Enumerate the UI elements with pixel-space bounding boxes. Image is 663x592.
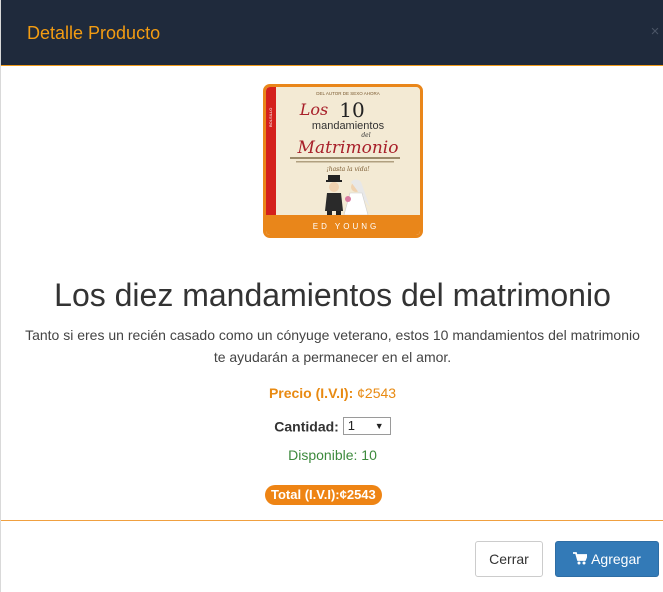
cover-spine-text: BOLSILLO — [268, 108, 273, 127]
quantity-select[interactable]: 1 ▼ — [342, 417, 391, 436]
quantity-line: Cantidad: 1 ▼ — [1, 416, 663, 436]
price-line: Precio (I.V.I): ¢2543 — [1, 384, 663, 402]
product-detail-modal: Detalle Producto × BOLSILLO DEL AUTOR DE… — [0, 0, 663, 592]
close-icon[interactable]: × — [648, 24, 662, 40]
cover-tagline: ¡hasta la vida! — [326, 166, 370, 173]
cover-number: 10 — [339, 98, 364, 122]
cancel-button[interactable]: Cerrar — [475, 541, 543, 577]
add-button-label: Agregar — [591, 551, 641, 567]
dropdown-arrow-icon: ▼ — [374, 421, 384, 432]
shopping-cart-icon — [573, 552, 588, 565]
quantity-selected-value: 1 — [347, 418, 355, 434]
cover-author: ED YOUNG — [313, 222, 380, 231]
product-title: Los diez mandamientos del matrimonio — [54, 277, 611, 313]
price-label: Precio (I.V.I): — [268, 385, 354, 401]
quantity-label: Cantidad: — [274, 418, 339, 435]
modal-title: Detalle Producto — [27, 23, 161, 43]
modal-header: Detalle Producto × — [1, 0, 663, 66]
product-description: Tanto si eres un recién casado como un c… — [25, 327, 640, 365]
cover-top-text: DEL AUTOR DE SEXO AHORA — [316, 91, 380, 96]
cover-los: Los — [299, 100, 328, 119]
modal-footer: Cerrar Agregar — [1, 520, 663, 592]
availability-text: Disponible: 10 — [288, 447, 377, 463]
add-to-cart-button[interactable]: Agregar — [555, 541, 659, 577]
modal-body: BOLSILLO DEL AUTOR DE SEXO AHORA Los 10 … — [1, 66, 663, 520]
cover-mandamientos: mandamientos — [312, 120, 385, 132]
cover-matrimonio: Matrimonio — [297, 138, 399, 158]
price-value: ¢2543 — [357, 385, 397, 401]
total-badge: Total (I.V.I):¢2543 — [265, 485, 382, 505]
product-image: BOLSILLO DEL AUTOR DE SEXO AHORA Los 10 … — [263, 84, 423, 238]
